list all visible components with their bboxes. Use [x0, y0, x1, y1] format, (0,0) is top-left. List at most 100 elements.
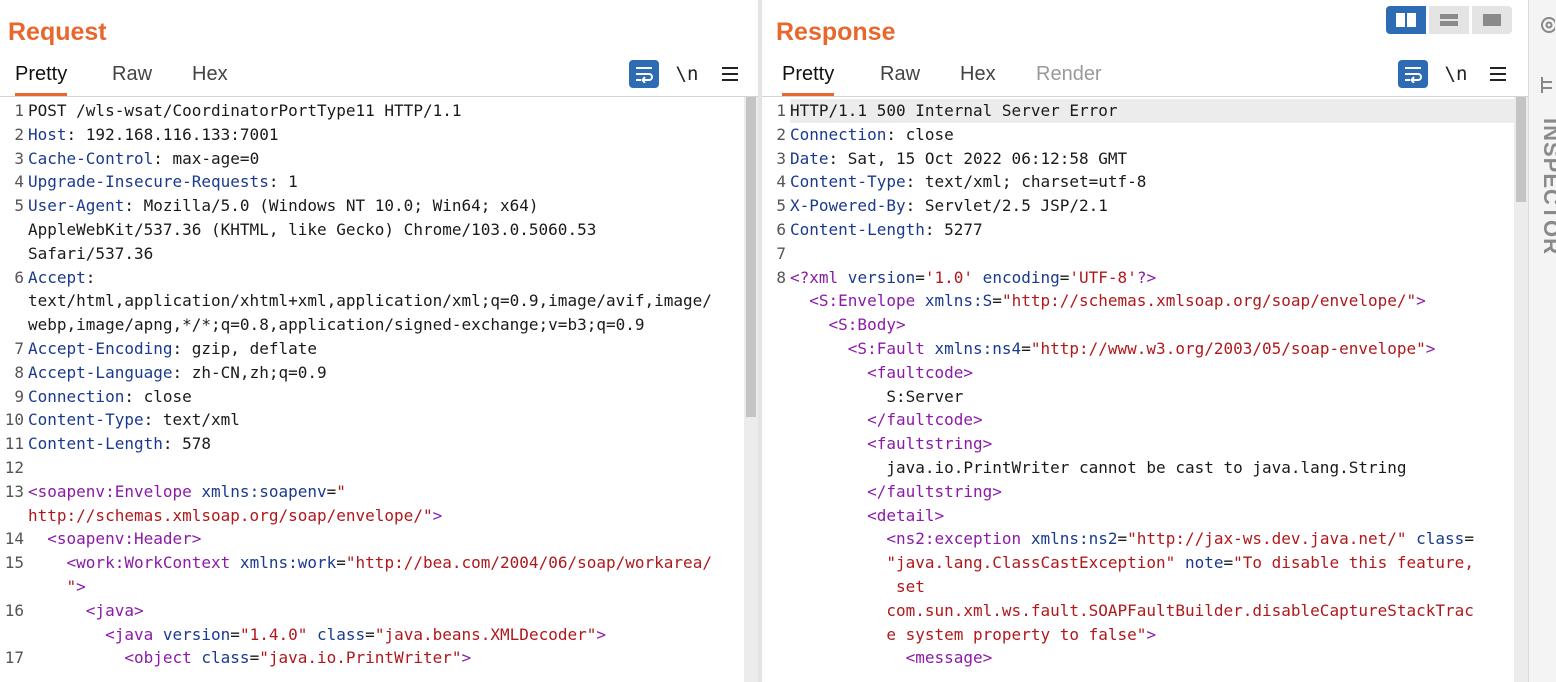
tab-hex[interactable]: Hex	[192, 63, 228, 93]
code-token: java.io.PrintWriter cannot be cast to ja…	[790, 458, 1407, 477]
code-token: S:Server	[790, 386, 964, 406]
request-editor[interactable]: 1 POST /wls-wsat/CoordinatorPortType11 HT…	[0, 97, 758, 682]
code-token: class	[191, 648, 250, 668]
code-token: <message>	[790, 648, 993, 668]
tab-render[interactable]: Render	[1036, 63, 1102, 93]
code-token: xmlns:work	[230, 553, 337, 573]
code-token: <java	[28, 624, 154, 644]
line-number: 13	[4, 481, 24, 501]
code-line: Safari/537.36	[28, 242, 153, 266]
code-token: "1.4.0"	[239, 624, 308, 644]
show-newlines-button[interactable]: \n	[672, 60, 702, 88]
line-number: 8	[776, 267, 786, 287]
code-line: Host: 192.168.116.133:7001	[28, 123, 278, 147]
code-token: >	[1425, 339, 1436, 358]
code-line: Content-Length: 578	[28, 432, 211, 456]
code-token: >	[596, 624, 607, 644]
layout-split-vertical-button[interactable]	[1429, 6, 1469, 34]
code-line: "java.lang.ClassCastException" note="To …	[790, 551, 1474, 575]
code-line: <object class="java.io.PrintWriter">	[28, 646, 471, 670]
response-tabs: Pretty Raw Hex Render \n	[762, 60, 1528, 97]
code-token: "http://www.w3.org/2003/05/soap-envelope…	[1030, 339, 1426, 358]
line-number: 4	[776, 172, 786, 192]
code-token: <faultcode>	[790, 362, 974, 382]
show-newlines-button[interactable]: \n	[1441, 60, 1471, 88]
response-editor[interactable]: 1 HTTP/1.1 500 Internal Server Error 2 Conn…	[762, 97, 1528, 682]
code-token: version	[838, 267, 916, 287]
code-token: "java.lang.ClassCastException"	[790, 553, 1176, 573]
code-line: POST /wls-wsat/CoordinatorPortType11 HTT…	[28, 99, 461, 123]
code-token: HTTP/1.1 500 Internal Server Error	[790, 101, 1118, 120]
code-line: <soapenv:Envelope xmlns:soapenv="	[28, 480, 346, 504]
code-token: : gzip, deflate	[172, 339, 318, 358]
code-line: <faultcode>	[790, 361, 973, 385]
line-number: 7	[776, 243, 786, 263]
code-line: User-Agent: Mozilla/5.0 (Windows NT 10.0…	[28, 194, 539, 218]
line-number: 2	[14, 124, 24, 144]
hamburger-icon	[1490, 67, 1506, 81]
code-line: <S:Body>	[790, 313, 906, 337]
code-token: AppleWebKit/537.36 (KHTML, like Gecko) C…	[28, 220, 597, 239]
code-token: note	[1175, 553, 1224, 573]
code-token: =	[365, 624, 375, 644]
code-token: POST /wls-wsat/CoordinatorPortType11 HTT…	[28, 101, 462, 120]
code-line: <detail>	[790, 504, 944, 528]
code-line: Connection: close	[790, 123, 954, 147]
wrap-lines-icon	[636, 67, 653, 83]
tab-raw[interactable]: Raw	[112, 63, 152, 93]
request-tabs: Pretty Raw Hex \n	[0, 60, 758, 97]
inspector-sidebar	[1528, 0, 1556, 682]
line-number: 7	[14, 339, 24, 358]
wrap-lines-button[interactable]	[629, 60, 659, 88]
line-number: 10	[4, 410, 24, 430]
columns-icon	[1396, 13, 1416, 27]
inspector-tab[interactable]: INSPECTOR	[1538, 118, 1556, 255]
code-token: Date	[790, 148, 829, 168]
line-number: 5	[14, 196, 24, 216]
code-token: User-Agent	[28, 196, 125, 216]
tab-raw[interactable]: Raw	[880, 63, 920, 93]
gear-icon[interactable]	[1535, 14, 1555, 36]
code-token: <S:Fault	[790, 339, 925, 358]
code-line: Content-Type: text/xml; charset=utf-8	[790, 170, 1146, 194]
code-token: =	[915, 267, 925, 287]
request-scrollbar[interactable]	[744, 97, 758, 682]
code-token: : text/xml	[143, 410, 240, 430]
code-token: 'UTF-8'	[1069, 267, 1137, 287]
code-token: Content-Type	[790, 172, 906, 192]
layout-single-button[interactable]	[1472, 6, 1512, 34]
code-line: <java version="1.4.0" class="java.beans.…	[28, 623, 606, 647]
line-number: 14	[4, 529, 24, 549]
layout-split-horizontal-button[interactable]	[1386, 6, 1426, 34]
code-token: =	[992, 291, 1002, 311]
line-number: 11	[4, 434, 24, 454]
code-token: <ns2:exception	[790, 529, 1022, 549]
tab-hex[interactable]: Hex	[960, 63, 996, 93]
response-scrollbar[interactable]	[1514, 97, 1528, 682]
code-token: <work:WorkContext	[28, 553, 231, 573]
code-token: <soapenv:Header>	[28, 529, 202, 549]
menu-button[interactable]	[715, 60, 745, 88]
code-line: http://schemas.xmlsoap.org/soap/envelope…	[28, 504, 442, 528]
code-token: "http://schemas.xmlsoap.org/soap/envelop…	[1001, 291, 1417, 311]
tab-pretty[interactable]: Pretty	[782, 63, 835, 96]
code-line: HTTP/1.1 500 Internal Server Error	[790, 99, 1514, 123]
code-token: >	[1416, 291, 1426, 311]
wrap-lines-button[interactable]	[1398, 60, 1428, 88]
code-token: : zh-CN,zh;q=0.9	[172, 362, 327, 382]
response-scroll-thumb[interactable]	[1516, 97, 1526, 202]
code-token: : max-age=0	[153, 148, 260, 168]
code-token: : 192.168.116.133:7001	[66, 124, 279, 144]
request-scroll-thumb[interactable]	[746, 97, 756, 417]
code-line: Accept:	[28, 266, 95, 290]
code-token: Content-Length	[790, 220, 925, 239]
code-token: "http://bea.com/2004/06/soap/workarea/	[345, 553, 712, 573]
line-number: 6	[14, 267, 24, 287]
list-icon[interactable]	[1539, 74, 1555, 96]
code-token: =	[230, 624, 240, 644]
hamburger-icon	[722, 67, 738, 81]
code-line: Connection: close	[28, 385, 192, 409]
tab-pretty[interactable]: Pretty	[15, 63, 68, 96]
menu-button[interactable]	[1483, 60, 1513, 88]
code-line: ">	[28, 575, 86, 599]
